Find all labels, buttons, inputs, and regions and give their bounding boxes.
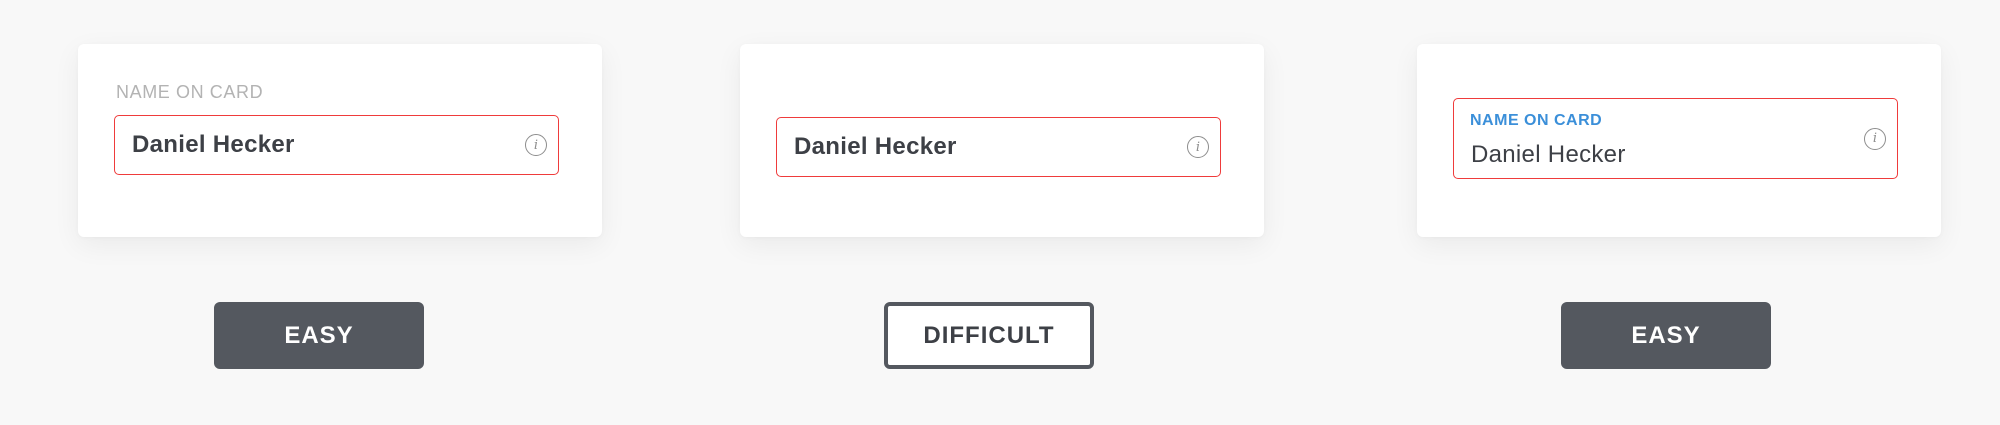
rating-badge-easy: EASY: [1561, 302, 1771, 369]
field-label: NAME ON CARD: [116, 82, 264, 102]
rating-badge-easy: EASY: [214, 302, 424, 369]
input-value: Daniel Hecker: [794, 133, 957, 160]
example-card-floating-label: NAME ON CARD Daniel Hecker i: [1417, 44, 1941, 237]
example-card-label-above: NAME ON CARD Daniel Hecker i: [78, 44, 602, 237]
rating-badge-difficult: DIFFICULT: [884, 302, 1094, 369]
info-icon[interactable]: i: [1864, 127, 1886, 150]
name-on-card-input[interactable]: NAME ON CARD Daniel Hecker i: [1453, 98, 1898, 179]
floating-label: NAME ON CARD: [1470, 112, 1603, 129]
info-icon[interactable]: i: [1187, 136, 1209, 158]
input-value: Daniel Hecker: [1471, 141, 1626, 168]
info-icon[interactable]: i: [525, 134, 547, 156]
input-value: Daniel Hecker: [132, 131, 295, 158]
example-card-no-label: Daniel Hecker i: [740, 44, 1264, 237]
name-on-card-input[interactable]: Daniel Hecker i: [114, 115, 559, 175]
name-on-card-input[interactable]: Daniel Hecker i: [776, 117, 1221, 177]
comparison-stage: NAME ON CARD Daniel Hecker i Daniel Heck…: [0, 0, 2000, 425]
